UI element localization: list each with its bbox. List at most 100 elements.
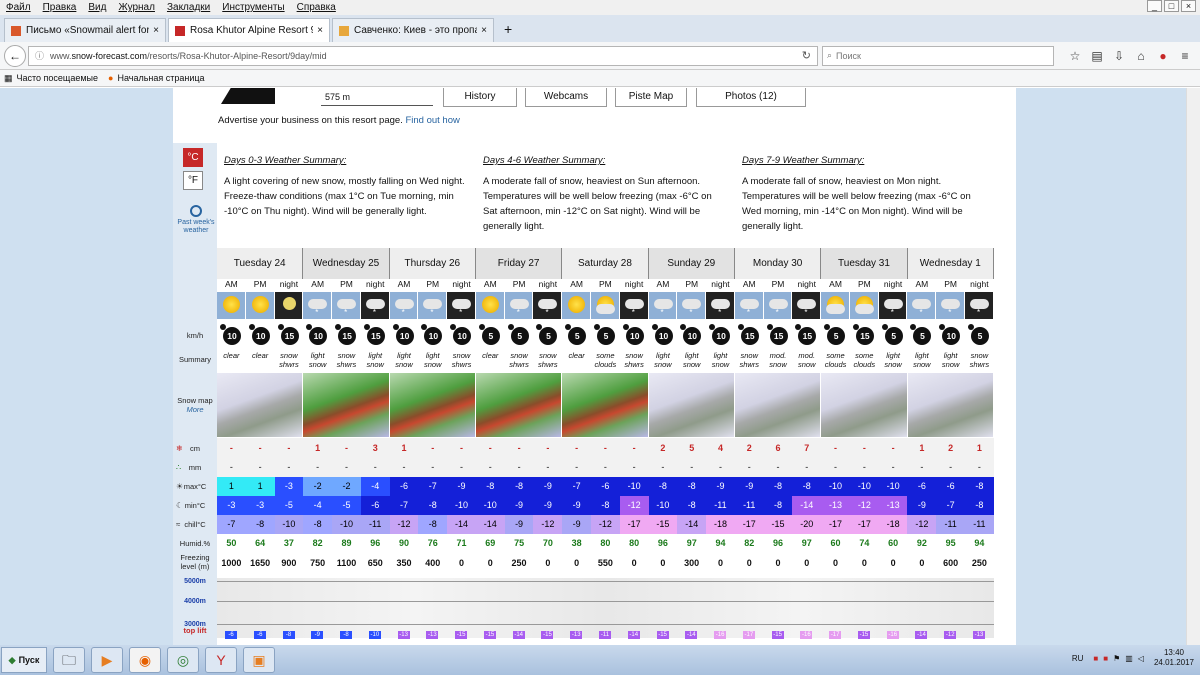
bookmark-most-visited[interactable]: Часто посещаемые [17, 73, 99, 83]
day-header: Friday 27 [475, 248, 563, 279]
explorer-icon[interactable]: 🗀 [53, 647, 85, 673]
history-button[interactable]: History [443, 88, 517, 107]
language-indicator[interactable]: RU [1072, 654, 1084, 663]
snow-map-thumbnail[interactable] [734, 373, 822, 437]
find-out-link[interactable]: Find out how [405, 115, 459, 126]
snowflake-shape: * [315, 308, 319, 317]
menu-item[interactable]: Инструменты [222, 2, 284, 13]
browser-tab[interactable]: Савченко: Киев - это пропа... × [332, 18, 494, 42]
period-label: night [452, 279, 471, 289]
adblock-icon[interactable]: ● [1152, 49, 1174, 63]
reading-list-icon[interactable]: ▤ [1086, 49, 1108, 63]
chill-value: -17 [734, 515, 764, 534]
freeze-value: 600 [943, 558, 959, 568]
browser-tab[interactable]: Письмо «Snowmail alert for 4...× [4, 18, 166, 42]
past-weather-link[interactable]: Past week's weather [175, 205, 217, 235]
flag-icon[interactable]: ⚑ [1113, 654, 1120, 663]
menu-item[interactable]: Справка [297, 2, 336, 13]
firefox-taskbar-icon[interactable]: ◉ [129, 647, 161, 673]
network-icon[interactable]: ▥ [1125, 654, 1133, 663]
clock[interactable]: 13:40 24.01.2017 [1154, 648, 1194, 668]
celsius-button[interactable]: °C [183, 148, 203, 167]
reload-icon[interactable]: ↻ [802, 49, 811, 62]
url-bar[interactable]: ⓘ www. snow-forecast.com/resorts/Rosa-Khu… [28, 45, 818, 66]
snow-map-thumbnail[interactable] [821, 373, 908, 437]
media-player-icon[interactable]: ▶ [91, 647, 123, 673]
snow-map-thumbnail[interactable] [562, 373, 649, 437]
top-lift-temp: -16 [886, 631, 899, 639]
top-lift-temp: -15 [656, 631, 669, 639]
close-button[interactable]: × [1181, 0, 1196, 12]
menu-item[interactable]: Журнал [118, 2, 155, 13]
scrollbar[interactable] [1186, 88, 1200, 645]
top-lift-temp: -12 [944, 631, 957, 639]
close-tab-icon[interactable]: × [481, 25, 487, 36]
snow-map-thumbnail[interactable] [648, 373, 735, 437]
webcams-button[interactable]: Webcams [525, 88, 607, 107]
close-tab-icon[interactable]: × [317, 25, 323, 36]
chrome-icon[interactable]: ◎ [167, 647, 199, 673]
download-icon[interactable]: ⇩ [1108, 49, 1130, 63]
rain-value: - [920, 462, 924, 472]
snow-map-thumbnail[interactable] [303, 373, 390, 437]
fahrenheit-button[interactable]: °F [183, 171, 203, 190]
freeze-value: 0 [919, 558, 925, 568]
wind-speed-icon: 15 [363, 324, 385, 345]
snow-value: - [834, 443, 838, 453]
bookmark-star-icon[interactable]: ☆ [1064, 49, 1086, 63]
tab-label: Письмо «Snowmail alert for 4... [26, 25, 150, 36]
wind-chill-icon: ≈ [176, 520, 181, 529]
menu-item[interactable]: Вид [88, 2, 106, 13]
weather-summary-cell: clear [482, 351, 499, 360]
search-input[interactable]: ⌕ Поиск [822, 45, 1054, 66]
volume-icon[interactable]: ◁ [1138, 654, 1144, 663]
home-icon[interactable]: ⌂ [1130, 49, 1152, 63]
snow-map-more-link[interactable]: More [173, 405, 217, 414]
max-value: -7 [418, 477, 448, 496]
row-label-summary: Summary [178, 355, 212, 364]
period-label: PM [771, 279, 785, 289]
top-lift-temp: -17 [742, 631, 755, 639]
menu-item[interactable]: Правка [43, 2, 77, 13]
pdf-icon[interactable]: ▣ [243, 647, 275, 673]
min-value: -7 [389, 496, 419, 515]
bookmark-start-page[interactable]: Начальная страница [117, 73, 204, 83]
snow-map-thumbnail[interactable] [389, 373, 476, 437]
menu-icon[interactable]: ≡ [1174, 49, 1196, 63]
snow-map-thumbnail[interactable] [907, 373, 994, 437]
chill-value: -11 [936, 515, 966, 534]
snowflake-shape: * [890, 308, 894, 317]
max-value: -8 [792, 477, 822, 496]
maximize-button[interactable]: □ [1164, 0, 1179, 12]
humid-value: 97 [801, 538, 812, 548]
weather-summary-cell: snow shwrs [451, 351, 472, 369]
tray-app2-icon[interactable]: ■ [1103, 654, 1108, 663]
snow-map-thumbnail[interactable] [217, 373, 304, 437]
back-button[interactable]: ← [4, 44, 26, 67]
past-weather-label: Past week's weather [177, 219, 215, 234]
elevation-label: 575 m [325, 92, 351, 102]
start-button[interactable]: ◆ Пуск [1, 647, 47, 673]
min-value: -10 [475, 496, 505, 515]
tray-app-icon[interactable]: ■ [1093, 654, 1098, 663]
humid-value: 97 [686, 538, 697, 548]
menu-item[interactable]: Закладки [167, 2, 210, 13]
weather-summary-cell: light snow [913, 351, 931, 369]
weather-summary-cell: snow shwrs [538, 351, 558, 369]
new-tab-button[interactable]: + [496, 18, 520, 42]
snow-map-thumbnail[interactable] [475, 373, 563, 437]
browser-tab[interactable]: Rosa Khutor Alpine Resort 9 ... × [168, 18, 330, 42]
min-value: -8 [591, 496, 620, 515]
close-tab-icon[interactable]: × [153, 25, 159, 36]
piste-map-button[interactable]: Piste Map [615, 88, 687, 107]
weather-summary-cell: mod. snow [769, 351, 787, 369]
chill-value: -11 [360, 515, 390, 534]
yandex-icon[interactable]: Y [205, 647, 237, 673]
menu-item[interactable]: Файл [6, 2, 31, 13]
humid-value: 70 [542, 538, 553, 548]
photos-button[interactable]: Photos (12) [696, 88, 806, 107]
advert-text: Advertise your business on this resort p… [218, 115, 460, 126]
page-viewport: 575 m History Webcams Piste Map Photos (… [0, 88, 1186, 645]
top-lift-temp: -8 [282, 631, 295, 639]
minimize-button[interactable]: _ [1147, 0, 1162, 12]
